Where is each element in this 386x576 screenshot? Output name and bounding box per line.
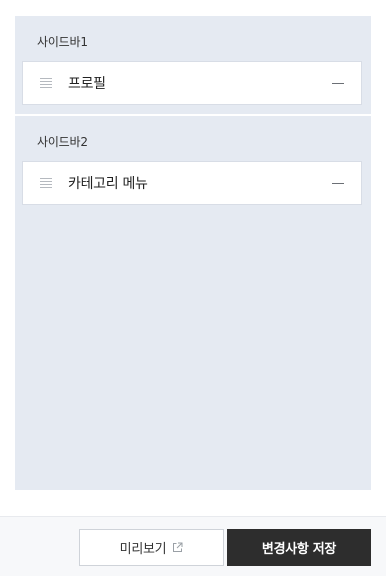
sidebar1-section: 사이드바1 프로필 [15,16,371,114]
collapse-icon[interactable] [332,177,344,189]
collapse-icon[interactable] [332,77,344,89]
sidebar2-title: 사이드바2 [37,135,88,149]
drag-handle-icon[interactable] [40,78,52,88]
footer-action-bar: 미리보기 변경사항 저장 [0,516,386,576]
preview-button[interactable]: 미리보기 [79,529,224,566]
drag-handle-icon[interactable] [40,178,52,188]
sidebar1-title: 사이드바1 [37,35,88,49]
sidebar2-item-label: 카테고리 메뉴 [68,176,148,192]
sidebar2-section: 사이드바2 카테고리 메뉴 [15,116,371,205]
sidebar2-item-category-menu[interactable]: 카테고리 메뉴 [22,161,362,205]
sidebar1-item-profile[interactable]: 프로필 [22,61,362,105]
external-link-icon [173,542,183,552]
sidebar-layout-panel: 사이드바1 프로필 사이드바2 카테고리 메뉴 [15,16,371,490]
sidebar1-item-label: 프로필 [68,76,106,92]
save-changes-button[interactable]: 변경사항 저장 [227,529,371,566]
preview-button-label: 미리보기 [119,542,167,557]
layout-settings-page: 사이드바1 프로필 사이드바2 카테고리 메뉴 미리보기 변경사항 저장 [0,0,386,576]
